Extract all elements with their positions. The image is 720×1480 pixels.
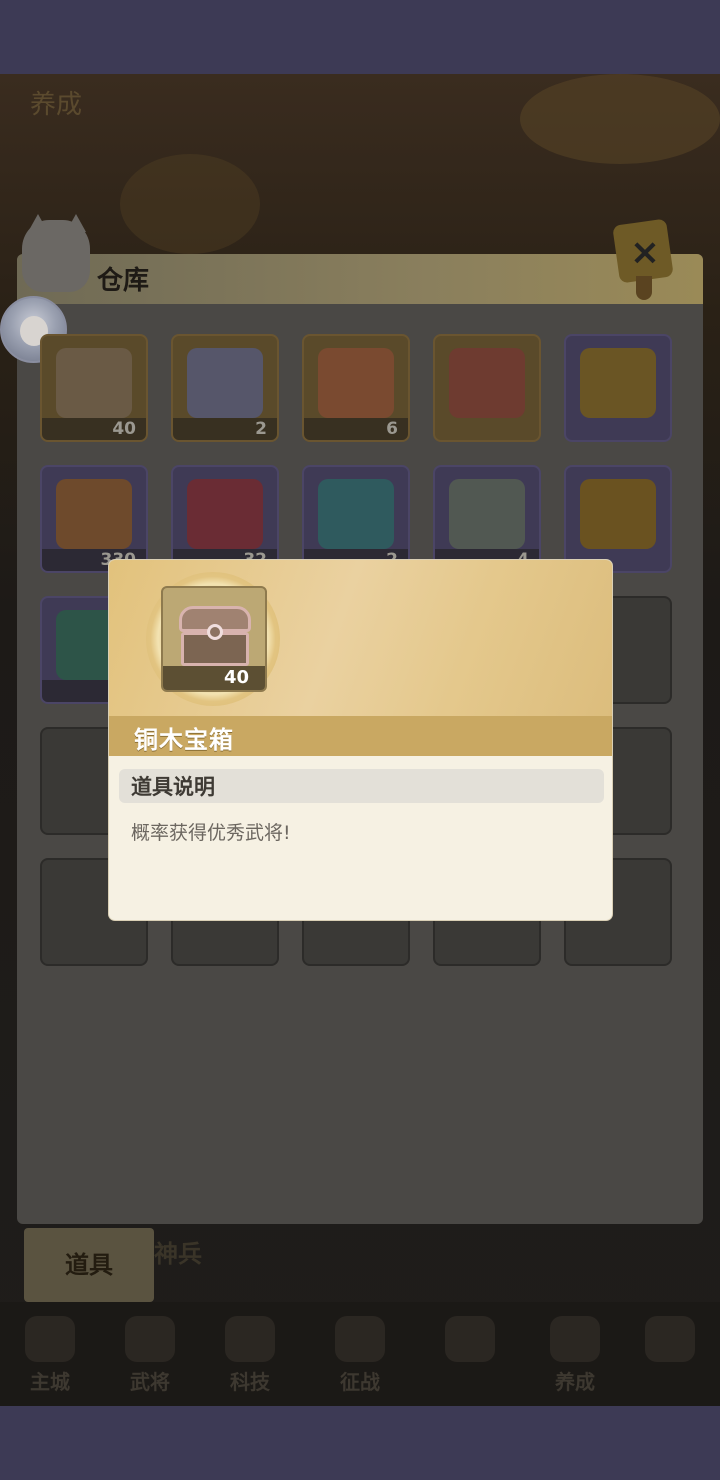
- nav-item-unknown[interactable]: [420, 1302, 520, 1402]
- inventory-slot[interactable]: 40: [40, 334, 148, 442]
- coin-icon: [449, 479, 525, 549]
- nav-label: 武将: [130, 1370, 170, 1394]
- nav-label: 主城: [30, 1370, 70, 1394]
- item-description: 概率获得优秀武将!: [131, 822, 291, 844]
- martial-token-icon: [580, 348, 656, 418]
- general-icon: [125, 1316, 175, 1362]
- chest-icon: [187, 348, 263, 418]
- slot-count: 40: [42, 418, 146, 440]
- item-icon-frame: 40: [161, 586, 267, 692]
- battle-icon: [335, 1316, 385, 1362]
- nav-item-main-city[interactable]: 主城: [0, 1302, 100, 1402]
- red-card-icon: [449, 348, 525, 418]
- close-icon-tassel: [636, 276, 652, 300]
- inventory-slot[interactable]: 4: [433, 465, 541, 573]
- close-icon: ×: [629, 232, 661, 273]
- nav-item-generals[interactable]: 武将: [100, 1302, 200, 1402]
- inventory-slot[interactable]: 2: [302, 465, 410, 573]
- chest-icon: [179, 606, 251, 666]
- ticket-icon: [318, 348, 394, 418]
- nav-item-growth[interactable]: 养成: [525, 1302, 625, 1402]
- scroll-icon: [56, 479, 132, 549]
- tab-weapons[interactable]: 神兵: [154, 1234, 202, 1269]
- inventory-slot[interactable]: 32: [171, 465, 279, 573]
- system-navigation-bar: [0, 1406, 720, 1480]
- nav-label: 科技: [230, 1370, 270, 1394]
- system-status-bar: [0, 0, 720, 74]
- slot-count: 2: [173, 418, 277, 440]
- castle-icon: [25, 1316, 75, 1362]
- nav-item-more[interactable]: [620, 1302, 720, 1402]
- nav-item-tech[interactable]: 科技: [200, 1302, 300, 1402]
- close-button[interactable]: ×: [610, 218, 678, 306]
- chest-lock: [207, 624, 223, 640]
- section-title: 道具说明: [131, 775, 215, 799]
- nav-label: 养成: [555, 1370, 595, 1394]
- soldier-icon: [445, 1316, 495, 1362]
- inventory-slot[interactable]: [564, 465, 672, 573]
- inventory-slot[interactable]: 2: [171, 334, 279, 442]
- growth-icon: [550, 1316, 600, 1362]
- inventory-slot[interactable]: 6: [302, 334, 410, 442]
- inventory-slot[interactable]: [433, 334, 541, 442]
- inventory-slot[interactable]: 330: [40, 465, 148, 573]
- inventory-slot[interactable]: [564, 334, 672, 442]
- rose-icon: [187, 479, 263, 549]
- warehouse-title: 仓库: [97, 266, 150, 296]
- slot-count: 6: [304, 418, 408, 440]
- nav-item-campaign[interactable]: 征战: [310, 1302, 410, 1402]
- lantern-decoration: [120, 154, 260, 254]
- tab-items[interactable]: 道具: [24, 1228, 154, 1302]
- plant-icon: [318, 479, 394, 549]
- item-name: 铜木宝箱: [134, 726, 234, 754]
- tech-icon: [225, 1316, 275, 1362]
- rooster-icon: [645, 1316, 695, 1362]
- chest-icon: [56, 348, 132, 418]
- header-decoration: [520, 74, 720, 164]
- background-title: 养成: [30, 90, 83, 120]
- nav-label: 征战: [340, 1370, 380, 1394]
- cat-mascot-icon: [22, 220, 90, 292]
- item-count: 40: [163, 666, 265, 690]
- item-detail-popup[interactable]: 40 铜木宝箱 道具说明 概率获得优秀武将!: [109, 560, 612, 920]
- golden-beast-icon: [580, 479, 656, 549]
